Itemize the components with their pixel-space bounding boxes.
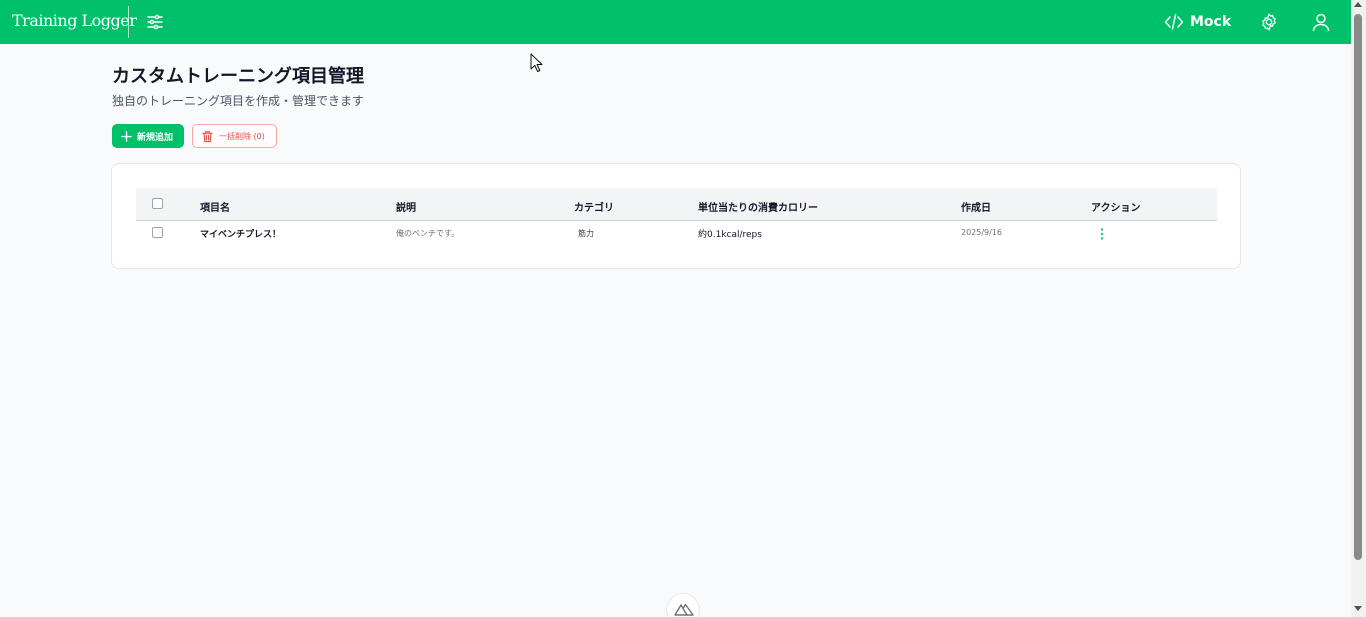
- header-description[interactable]: 説明: [396, 199, 416, 214]
- add-item-button[interactable]: 新規追加: [112, 124, 184, 148]
- nuxt-logo-icon[interactable]: [666, 593, 700, 617]
- scroll-up-arrow[interactable]: [1354, 2, 1362, 7]
- scroll-down-arrow[interactable]: [1354, 606, 1362, 611]
- items-card: 項目名 説明 カテゴリ 単位当たりの消費カロリー 作成日 アクション マイベンチ…: [111, 163, 1241, 269]
- bulk-delete-button[interactable]: 一括削除 (0): [192, 124, 277, 148]
- row-name: マイベンチプレス！: [200, 230, 282, 240]
- top-navbar: Training Logger Mock: [0, 0, 1351, 44]
- bulk-delete-label: 一括削除 (0): [219, 131, 265, 141]
- page-subtitle: 独自のトレーニング項目を作成・管理できます: [112, 94, 365, 108]
- trash-icon: [202, 130, 213, 142]
- plus-icon: [121, 130, 132, 142]
- table-header: 項目名 説明 カテゴリ 単位当たりの消費カロリー 作成日 アクション: [136, 188, 1217, 221]
- code-icon: [1164, 14, 1184, 30]
- header-actions: アクション: [1091, 203, 1141, 214]
- more-vertical-icon[interactable]: [1098, 226, 1106, 240]
- table-row[interactable]: マイベンチプレス！ 俺のベンチです。 筋力 約0.1kcal/reps 2025…: [136, 221, 1217, 245]
- header-category[interactable]: カテゴリ: [574, 199, 614, 214]
- row-description: 俺のベンチです。: [396, 229, 460, 238]
- brand-divider: [128, 6, 129, 38]
- header-calories[interactable]: 単位当たりの消費カロリー: [698, 199, 818, 214]
- add-item-label: 新規追加: [137, 132, 174, 143]
- gear-icon[interactable]: [1259, 12, 1279, 32]
- mouse-cursor-icon: [530, 53, 543, 73]
- mock-label: Mock: [1190, 14, 1232, 30]
- mock-mode-button[interactable]: Mock: [1164, 10, 1231, 34]
- page-scrollbar[interactable]: [1351, 0, 1366, 617]
- row-select-checkbox[interactable]: [152, 227, 163, 238]
- row-calories: 約0.1kcal/reps: [698, 230, 762, 240]
- app-brand[interactable]: Training Logger: [12, 11, 137, 30]
- sliders-icon[interactable]: [145, 12, 165, 32]
- header-name[interactable]: 項目名: [200, 199, 230, 214]
- scroll-thumb[interactable]: [1354, 14, 1362, 560]
- page-title: カスタムトレーニング項目管理: [112, 66, 364, 87]
- row-created: 2025/9/16: [961, 228, 1003, 237]
- user-icon[interactable]: [1311, 12, 1331, 32]
- header-created[interactable]: 作成日: [961, 199, 991, 214]
- row-category-badge: 筋力: [578, 229, 594, 238]
- select-all-checkbox[interactable]: [152, 198, 163, 209]
